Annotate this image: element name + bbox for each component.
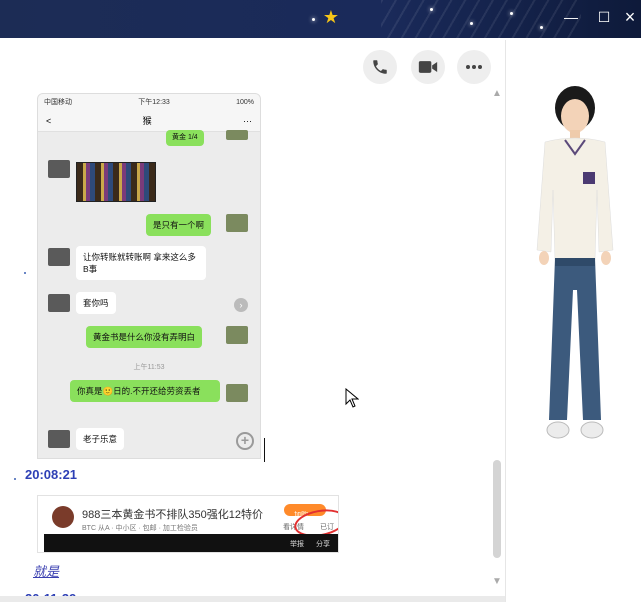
scroll-up-arrow[interactable]: ▲ bbox=[492, 88, 502, 99]
avatar bbox=[226, 384, 248, 402]
scrollbar-thumb[interactable] bbox=[493, 460, 501, 558]
arrow-circle-icon[interactable]: › bbox=[234, 298, 248, 312]
more-options-button[interactable] bbox=[457, 50, 491, 84]
sparkle bbox=[430, 8, 433, 11]
card-footer: 举报 分享 bbox=[44, 534, 338, 552]
message-bubble: 你真是🙂日的.不开还给劳资丢者 bbox=[70, 380, 220, 402]
carrier-label: 中国移动 bbox=[44, 99, 72, 106]
message-timestamp: 上午11:53 bbox=[133, 364, 165, 371]
message-time: 20:08:21 bbox=[25, 467, 78, 482]
avatar bbox=[48, 294, 70, 312]
battery-label: 100% bbox=[236, 98, 254, 106]
dot-marker bbox=[14, 478, 16, 480]
avatar bbox=[48, 248, 70, 266]
video-icon bbox=[418, 61, 438, 73]
message-bubble: 让你转账就转账啊 拿来这么多B事 bbox=[76, 246, 206, 280]
phone-nav-bar: < 猴 ··· bbox=[38, 110, 260, 132]
share-label: 分享 bbox=[316, 541, 330, 548]
phone-chat-body: 黄金 1/4 是只有一个啊 让你转账就转账啊 拿来这么多B事 套你吗 › 黄金书… bbox=[38, 130, 260, 458]
contact-name: 猴 bbox=[142, 116, 152, 126]
avatar bbox=[48, 160, 70, 178]
maximize-button[interactable]: ☐ bbox=[593, 6, 615, 28]
avatar bbox=[226, 214, 248, 232]
scroll-down-arrow[interactable]: ▼ bbox=[492, 576, 502, 587]
card-avatar bbox=[52, 506, 74, 528]
partial-bubble: 黄金 1/4 bbox=[166, 130, 204, 146]
chat-window: ★ — ☐ × ▲ ▼ 中国移动 下午12:33 100% < 猴 ··· 黄金… bbox=[0, 0, 641, 602]
voice-call-button[interactable] bbox=[363, 50, 397, 84]
mouse-pointer-icon bbox=[345, 388, 359, 408]
panel-divider bbox=[505, 40, 506, 602]
avatar bbox=[48, 430, 70, 448]
minimize-button[interactable]: — bbox=[560, 6, 582, 28]
phone-screenshot-image[interactable]: 中国移动 下午12:33 100% < 猴 ··· 黄金 1/4 是只有一个啊 … bbox=[37, 93, 261, 459]
sparkle bbox=[312, 18, 315, 21]
text-caret bbox=[264, 438, 265, 462]
sparkle bbox=[510, 12, 513, 15]
phone-time: 下午12:33 bbox=[138, 99, 170, 106]
input-area-edge bbox=[0, 596, 505, 602]
phone-icon bbox=[373, 60, 387, 74]
shared-image-thumbnail bbox=[76, 162, 156, 202]
sparkle bbox=[540, 26, 543, 29]
message-bubble: 是只有一个啊 bbox=[146, 214, 212, 236]
shared-link-card[interactable]: 988三本黄金书不排队350强化12特价 BTC 从A · 中小区 · 包邮 ·… bbox=[37, 495, 339, 553]
signature-text: 就是 bbox=[33, 565, 60, 580]
title-bar[interactable]: ★ — ☐ × bbox=[0, 0, 641, 38]
avatar bbox=[226, 326, 248, 344]
card-title: 988三本黄金书不排队350强化12特价 bbox=[82, 509, 263, 521]
message-bubble: 老子乐意 bbox=[76, 428, 125, 450]
more-icon bbox=[466, 65, 482, 69]
dot-marker bbox=[24, 272, 26, 274]
back-icon: < bbox=[46, 115, 52, 126]
video-call-button[interactable] bbox=[411, 50, 445, 84]
report-label: 举报 bbox=[290, 541, 304, 548]
avatar-figure bbox=[536, 86, 614, 439]
message-bubble: 黄金书是什么你没有弄明白 bbox=[86, 326, 203, 348]
avatar bbox=[226, 130, 248, 140]
close-button[interactable]: × bbox=[619, 6, 641, 28]
zoom-plus-icon[interactable]: + bbox=[236, 432, 254, 450]
more-icon: ··· bbox=[243, 115, 252, 126]
sparkle bbox=[470, 22, 473, 25]
star-icon: ★ bbox=[322, 7, 340, 27]
title-bar-background bbox=[381, 0, 581, 38]
card-meta: BTC 从A · 中小区 · 包邮 · 加工检验员 bbox=[82, 525, 198, 532]
message-bubble: 套你吗 bbox=[76, 292, 116, 314]
phone-status-bar: 中国移动 下午12:33 100% bbox=[38, 94, 260, 110]
